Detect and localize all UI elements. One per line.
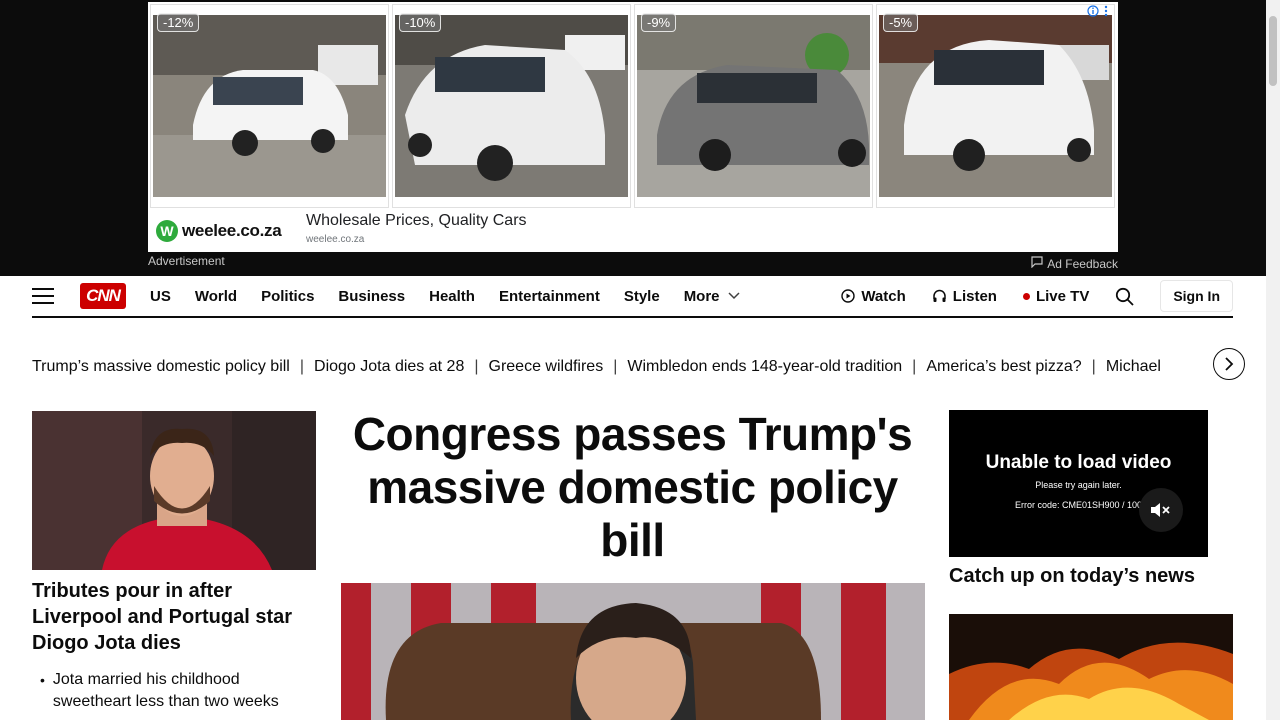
nav-more-label: More <box>683 287 720 305</box>
video-error-title: Unable to load video <box>985 452 1172 473</box>
trending-link[interactable]: Diogo Jota dies at 28 <box>314 358 464 376</box>
main-navigation: CNN US World Politics Business Health En… <box>32 276 1233 318</box>
ad-feedback-label: Ad Feedback <box>1047 256 1118 271</box>
watch-link[interactable]: Watch <box>841 287 906 305</box>
advertisement-label: Advertisement <box>148 254 225 268</box>
nav-link-style[interactable]: Style <box>624 288 660 305</box>
mute-button[interactable] <box>1139 488 1183 532</box>
ad-car-card[interactable]: -9% <box>634 4 873 208</box>
ad-unit[interactable]: -12% -10% -9% -5% W weelee.co.za Wholesa… <box>148 2 1118 252</box>
nav-link-politics[interactable]: Politics <box>261 288 314 305</box>
left-story-bullet[interactable]: • Jota married his childhood sweetheart … <box>40 669 316 713</box>
live-tv-link[interactable]: Live TV <box>1022 287 1090 305</box>
live-indicator-icon <box>1022 292 1030 300</box>
cnn-logo[interactable]: CNN <box>80 283 126 309</box>
trending-link[interactable]: Michael <box>1106 358 1161 376</box>
ad-headline[interactable]: Wholesale Prices, Quality Cars <box>306 212 527 230</box>
menu-icon[interactable] <box>32 288 54 304</box>
nav-utilities: Watch Listen Live TV Sign In <box>841 280 1233 312</box>
page-scrollbar[interactable] <box>1266 0 1280 720</box>
video-caption[interactable]: Catch up on today’s news <box>949 565 1195 588</box>
ad-brand-logo[interactable]: W weelee.co.za <box>156 216 282 246</box>
ad-feedback-link[interactable]: Ad Feedback <box>1031 256 1118 271</box>
feedback-icon <box>1031 256 1043 271</box>
ad-url[interactable]: weelee.co.za <box>306 234 364 245</box>
live-tv-label: Live TV <box>1035 287 1090 305</box>
speaker-muted-icon <box>1151 503 1170 517</box>
chevron-down-icon <box>728 292 740 300</box>
search-icon <box>1116 287 1134 306</box>
main-story-photo[interactable] <box>341 583 925 720</box>
nav-link-world[interactable]: World <box>195 288 237 305</box>
chevron-right-icon <box>1225 357 1234 371</box>
weelee-logo-icon: W <box>156 220 178 242</box>
left-story-bullet-text: Jota married his childhood sweetheart le… <box>52 671 279 710</box>
discount-badge: -5% <box>883 13 919 32</box>
headphones-icon <box>933 289 946 302</box>
ad-car-card[interactable]: -10% <box>392 4 631 208</box>
left-story-headline[interactable]: Tributes pour in after Liverpool and Por… <box>32 578 316 656</box>
nav-more-dropdown[interactable]: More <box>684 288 740 305</box>
main-headline[interactable]: Congress passes Trump's massive domestic… <box>340 408 925 567</box>
sign-in-button[interactable]: Sign In <box>1160 280 1233 312</box>
trending-bar: Trump’s massive domestic policy bill | Di… <box>32 358 1161 376</box>
car-photo <box>637 15 870 197</box>
trending-link[interactable]: Trump’s massive domestic policy bill <box>32 358 290 376</box>
listen-link[interactable]: Listen <box>932 288 997 305</box>
adchoices-icon[interactable] <box>1086 4 1112 18</box>
nav-link-business[interactable]: Business <box>338 288 405 305</box>
video-error-subtitle: Please try again later. <box>1035 480 1122 490</box>
ad-brand-name: weelee.co.za <box>182 221 282 240</box>
watch-label: Watch <box>861 287 906 305</box>
nav-link-us[interactable]: US <box>150 288 171 305</box>
car-photo <box>395 15 628 197</box>
trending-link[interactable]: Wimbledon ends 148-year-old tradition <box>627 358 902 376</box>
car-photo <box>153 15 386 197</box>
trending-next-button[interactable] <box>1213 348 1245 380</box>
ad-car-card[interactable]: -12% <box>150 4 389 208</box>
video-player[interactable]: Unable to load video Please try again la… <box>949 410 1208 557</box>
scrollbar-thumb[interactable] <box>1269 16 1277 86</box>
discount-badge: -12% <box>157 13 200 32</box>
nav-link-entertainment[interactable]: Entertainment <box>499 288 600 305</box>
wildfire-photo[interactable] <box>949 614 1233 720</box>
play-circle-icon <box>841 289 856 303</box>
nav-link-health[interactable]: Health <box>429 288 475 305</box>
bullet-icon: • <box>40 672 45 688</box>
listen-label: Listen <box>952 287 997 305</box>
trending-link[interactable]: Greece wildfires <box>489 358 604 376</box>
jota-photo[interactable] <box>32 411 316 570</box>
ad-car-card[interactable]: -5% <box>876 4 1115 208</box>
car-photo <box>879 15 1112 197</box>
search-button[interactable] <box>1115 287 1134 306</box>
discount-badge: -10% <box>399 13 442 32</box>
discount-badge: -9% <box>641 13 677 32</box>
trending-link[interactable]: America’s best pizza? <box>926 358 1081 376</box>
advertisement-banner: -12% -10% -9% -5% W weelee.co.za Wholesa… <box>0 0 1266 276</box>
